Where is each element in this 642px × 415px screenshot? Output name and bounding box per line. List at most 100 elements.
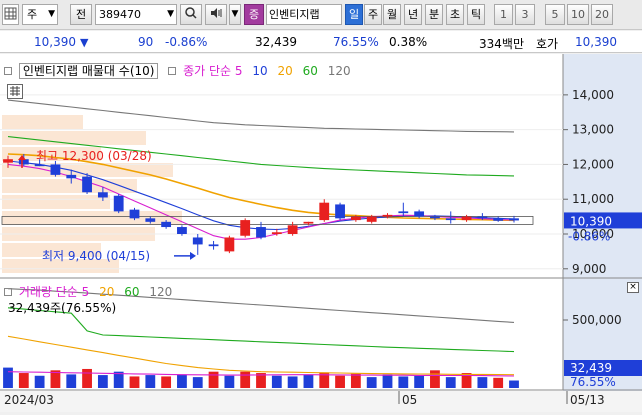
candle-body[interactable]: [366, 216, 377, 222]
candle-body[interactable]: [192, 237, 203, 245]
candle-body[interactable]: [350, 216, 361, 221]
candle-body[interactable]: [208, 244, 219, 247]
ma-legend-60[interactable]: 60: [303, 64, 318, 78]
candle-body[interactable]: [145, 218, 156, 222]
candle-body[interactable]: [335, 204, 345, 219]
search-icon[interactable]: [180, 4, 202, 25]
table-icon[interactable]: [7, 84, 23, 99]
ma-legend-10[interactable]: 10: [252, 64, 267, 78]
candle-body[interactable]: [430, 216, 440, 219]
interval-tab[interactable]: 10: [567, 4, 589, 25]
period-tab[interactable]: 분: [425, 4, 443, 25]
volume-bar[interactable]: [97, 375, 108, 388]
volume-bar[interactable]: [414, 375, 425, 388]
volume-bar[interactable]: [271, 375, 282, 388]
code-mode-button[interactable]: 전: [70, 4, 92, 25]
volume-bar[interactable]: [34, 375, 45, 388]
candle-body[interactable]: [509, 218, 519, 221]
volume-bar[interactable]: [192, 377, 203, 388]
speaker-options-icon[interactable]: ▼: [229, 4, 241, 25]
volume-bar[interactable]: [66, 374, 77, 388]
volume-bar[interactable]: [18, 373, 29, 388]
volume-bar[interactable]: [224, 375, 235, 388]
candle-body[interactable]: [97, 192, 108, 198]
candle-body[interactable]: [445, 218, 456, 221]
candle-body[interactable]: [82, 176, 92, 193]
ask-price: 10,390: [575, 35, 617, 49]
volume-bar[interactable]: [398, 376, 409, 388]
candle-body[interactable]: [113, 195, 124, 212]
volume-bar[interactable]: [208, 371, 219, 388]
candle-body[interactable]: [477, 216, 488, 219]
volume-bar[interactable]: [177, 374, 187, 388]
candle-body[interactable]: [287, 225, 298, 234]
volume-bar[interactable]: [287, 376, 298, 388]
candle-body[interactable]: [50, 164, 61, 175]
interval-tab[interactable]: 5: [545, 4, 565, 25]
candle-body[interactable]: [129, 209, 140, 219]
volume-bar[interactable]: [303, 374, 314, 388]
volume-bar[interactable]: [240, 371, 251, 388]
legend-box-icon: [4, 288, 12, 296]
volume-bar[interactable]: [3, 367, 13, 388]
candle-body[interactable]: [66, 174, 77, 179]
grid-toggle-icon[interactable]: [2, 4, 19, 25]
vol-ma-legend-120[interactable]: 120: [149, 285, 172, 299]
market-type-select[interactable]: 주 ▼: [22, 4, 58, 25]
candle-body[interactable]: [319, 202, 330, 221]
chart-area[interactable]: 9,000 10,000 11,000 12,000 13,000 14,000 500,…: [0, 54, 642, 412]
toolbar: 주 ▼ 전 389470 ▼ ▼ 증 인벤티지랩 일주월년분초틱 1 3 5 10 20: [0, 0, 642, 30]
candle-body[interactable]: [493, 218, 504, 221]
current-price: 10,390: [34, 35, 76, 49]
vol-ma-legend-60[interactable]: 60: [124, 285, 139, 299]
price-tick-label: 11,000: [572, 192, 614, 206]
vol-ma-legend-20[interactable]: 20: [99, 285, 114, 299]
stock-code-value: 389470: [99, 8, 141, 21]
ma-legend-label[interactable]: 종가 단순 5: [183, 64, 242, 78]
candle-body[interactable]: [414, 211, 425, 217]
price-panel-title[interactable]: 인벤티지랩 매물대 수(10): [18, 63, 159, 79]
interval-tab[interactable]: 1: [494, 4, 513, 25]
period-tab[interactable]: 월: [383, 4, 401, 25]
speaker-icon[interactable]: [205, 4, 227, 25]
candle-body[interactable]: [161, 221, 172, 228]
candle-body[interactable]: [240, 220, 251, 236]
volume-bar[interactable]: [82, 368, 92, 388]
candle-body[interactable]: [256, 227, 266, 238]
ma-legend-20[interactable]: 20: [277, 64, 292, 78]
close-icon[interactable]: ×: [627, 282, 639, 293]
ma-legend-120[interactable]: 120: [328, 64, 351, 78]
volume-bar[interactable]: [477, 377, 488, 388]
candle-body[interactable]: [177, 227, 187, 234]
chart-canvas[interactable]: 9,00010,00011,00012,00013,00014,000 500,…: [0, 54, 642, 412]
candle-body[interactable]: [382, 214, 393, 217]
stock-code-input[interactable]: 389470 ▼: [95, 4, 177, 25]
volume-bar[interactable]: [382, 374, 393, 388]
volume-bar[interactable]: [509, 380, 519, 388]
period-tab[interactable]: 년: [404, 4, 422, 25]
candle-body[interactable]: [398, 211, 409, 214]
candle-body[interactable]: [271, 232, 282, 234]
volume-bar[interactable]: [493, 377, 504, 388]
volume-bar[interactable]: [350, 373, 361, 388]
volume-bar[interactable]: [445, 377, 456, 388]
volume-bar[interactable]: [161, 376, 172, 388]
volume-bar[interactable]: [335, 375, 345, 388]
candle-body[interactable]: [224, 237, 235, 252]
candle-body[interactable]: [34, 164, 45, 167]
volume-bar[interactable]: [145, 375, 156, 388]
period-tab[interactable]: 틱: [467, 4, 485, 25]
volume-bar[interactable]: [430, 370, 440, 388]
interval-tab[interactable]: 20: [591, 4, 613, 25]
period-tab[interactable]: 주: [364, 4, 382, 25]
volume-panel-title[interactable]: 거래량 단순 5: [19, 285, 89, 299]
volume-bar[interactable]: [129, 376, 140, 388]
candle-body[interactable]: [461, 216, 472, 221]
period-tab[interactable]: 일: [345, 4, 363, 25]
candle-body[interactable]: [303, 221, 314, 224]
volume-bar[interactable]: [366, 377, 377, 388]
period-tab[interactable]: 초: [446, 4, 464, 25]
candle-body[interactable]: [3, 159, 13, 163]
stock-name-field[interactable]: 인벤티지랩: [266, 4, 342, 25]
interval-tab[interactable]: 3: [515, 4, 535, 25]
